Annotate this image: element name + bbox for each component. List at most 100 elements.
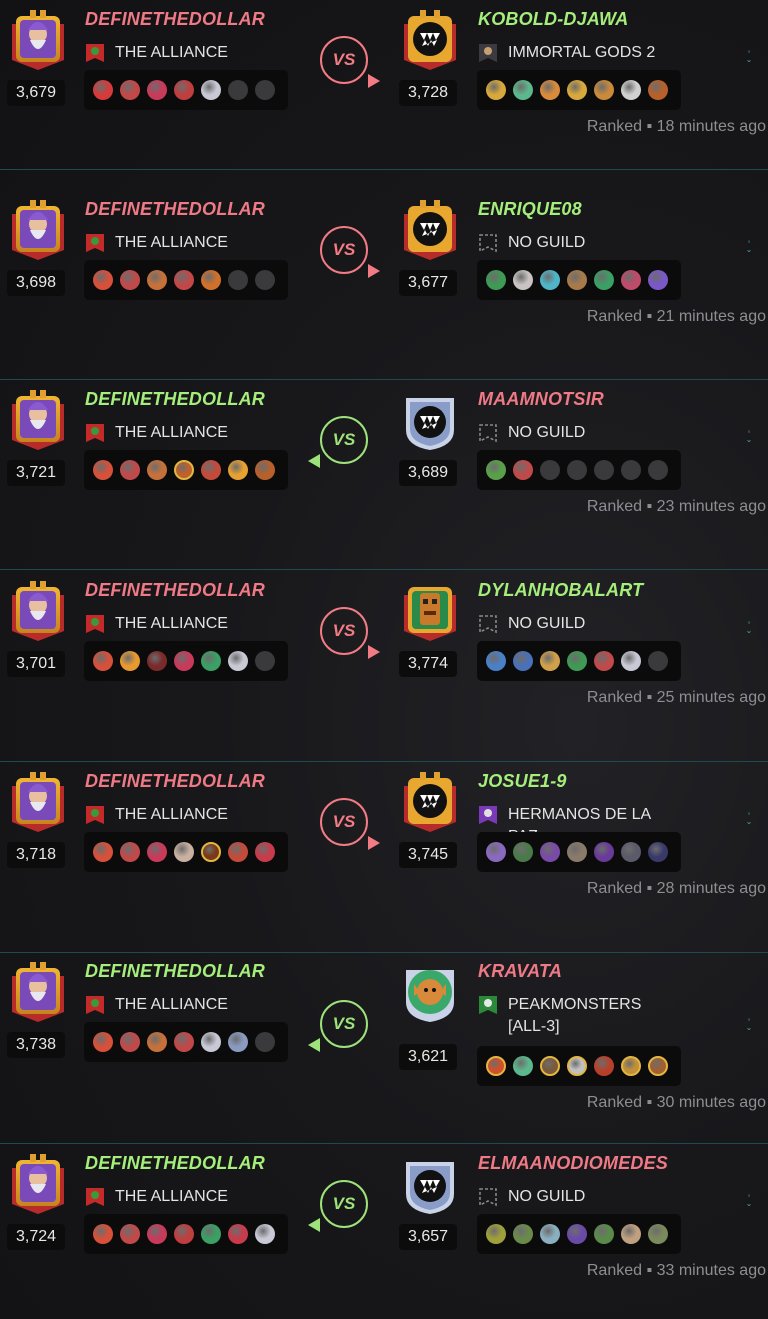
monster-card-icon[interactable] xyxy=(120,651,140,671)
wizard-avatar[interactable] xyxy=(8,200,68,262)
monster-card-icon[interactable] xyxy=(147,842,167,862)
monster-card-icon[interactable] xyxy=(513,1056,533,1076)
monster-card-icon[interactable] xyxy=(513,460,533,480)
monster-card-icon[interactable] xyxy=(93,842,113,862)
monster-card-icon[interactable] xyxy=(201,460,221,480)
monster-card-icon[interactable] xyxy=(486,270,506,290)
monster-card-icon[interactable] xyxy=(540,842,560,862)
monster-card-icon[interactable] xyxy=(93,1032,113,1052)
monster-card-icon[interactable] xyxy=(594,651,614,671)
monster-card-icon[interactable] xyxy=(147,1032,167,1052)
monster-card-icon[interactable] xyxy=(567,842,587,862)
monster-card-icon[interactable] xyxy=(621,1056,641,1076)
monster-card-icon[interactable] xyxy=(93,651,113,671)
fanged-monster-avatar[interactable] xyxy=(400,200,460,262)
monster-card-icon[interactable] xyxy=(621,1224,641,1244)
battle-row[interactable]: 3,721 DEFINETHEDOLLAR THE ALLIANCE 3,689 MAA… xyxy=(0,380,768,570)
monster-card-icon[interactable] xyxy=(120,1032,140,1052)
monster-card-icon[interactable] xyxy=(228,1224,248,1244)
right-player-name[interactable]: KOBOLD-DJAWA xyxy=(478,9,628,30)
monster-card-icon[interactable] xyxy=(540,1224,560,1244)
expand-chevron-icon[interactable]: ◦ ⌄ xyxy=(744,1016,754,1032)
right-team-cards[interactable] xyxy=(477,1046,681,1086)
right-team-cards[interactable] xyxy=(477,641,681,681)
left-guild[interactable]: THE ALLIANCE xyxy=(85,232,315,254)
monster-card-icon[interactable] xyxy=(648,1224,668,1244)
expand-chevron-icon[interactable]: ◦ ⌄ xyxy=(744,428,754,444)
monster-card-icon[interactable] xyxy=(594,842,614,862)
left-team-cards[interactable] xyxy=(84,641,288,681)
wizard-avatar[interactable] xyxy=(8,581,68,643)
monster-card-icon[interactable] xyxy=(228,842,248,862)
right-player-name[interactable]: KRAVATA xyxy=(478,961,562,982)
monster-card-icon[interactable] xyxy=(201,842,221,862)
monster-card-icon[interactable] xyxy=(648,80,668,100)
monster-card-icon[interactable] xyxy=(567,80,587,100)
monster-card-icon[interactable] xyxy=(648,842,668,862)
right-guild[interactable]: NO GUILD xyxy=(478,422,678,444)
wizard-avatar[interactable] xyxy=(8,10,68,72)
battle-row[interactable]: 3,701 DEFINETHEDOLLAR THE ALLIANCE 3,774 DYL… xyxy=(0,571,768,762)
wizard-avatar[interactable] xyxy=(8,390,68,452)
left-player-name[interactable]: DEFINETHEDOLLAR xyxy=(85,9,265,30)
left-team-cards[interactable] xyxy=(84,450,288,490)
monster-card-icon[interactable] xyxy=(120,842,140,862)
monster-card-icon[interactable] xyxy=(513,842,533,862)
monster-card-icon[interactable] xyxy=(93,460,113,480)
monster-card-icon[interactable] xyxy=(255,1224,275,1244)
monster-card-icon[interactable] xyxy=(594,80,614,100)
monster-card-icon[interactable] xyxy=(513,1224,533,1244)
monster-card-icon[interactable] xyxy=(513,270,533,290)
left-team-cards[interactable] xyxy=(84,832,288,872)
monster-card-icon[interactable] xyxy=(174,270,194,290)
monster-card-icon[interactable] xyxy=(174,1032,194,1052)
right-guild[interactable]: NO GUILD xyxy=(478,232,678,254)
monster-card-icon[interactable] xyxy=(174,842,194,862)
silver-monster-avatar[interactable] xyxy=(400,390,460,452)
monster-card-icon[interactable] xyxy=(120,460,140,480)
right-guild[interactable]: NO GUILD xyxy=(478,613,678,635)
monster-card-icon[interactable] xyxy=(540,1056,560,1076)
monster-card-icon[interactable] xyxy=(486,1056,506,1076)
monster-card-icon[interactable] xyxy=(147,270,167,290)
monster-card-icon[interactable] xyxy=(174,1224,194,1244)
right-team-cards[interactable] xyxy=(477,450,681,490)
right-player-name[interactable]: MAAMNOTSIR xyxy=(478,389,604,410)
left-team-cards[interactable] xyxy=(84,1022,288,1062)
right-team-cards[interactable] xyxy=(477,70,681,110)
monster-card-icon[interactable] xyxy=(567,651,587,671)
monster-card-icon[interactable] xyxy=(201,1224,221,1244)
right-guild[interactable]: NO GUILD xyxy=(478,1186,678,1208)
monster-card-icon[interactable] xyxy=(147,80,167,100)
silver-monster-avatar[interactable] xyxy=(400,1154,460,1216)
left-guild[interactable]: THE ALLIANCE xyxy=(85,994,315,1016)
monster-card-icon[interactable] xyxy=(486,460,506,480)
expand-chevron-icon[interactable]: ◦ ⌄ xyxy=(744,238,754,254)
monster-card-icon[interactable] xyxy=(93,1224,113,1244)
monster-card-icon[interactable] xyxy=(486,1224,506,1244)
monster-card-icon[interactable] xyxy=(513,80,533,100)
monster-card-icon[interactable] xyxy=(540,651,560,671)
monster-card-icon[interactable] xyxy=(648,270,668,290)
monster-card-icon[interactable] xyxy=(201,651,221,671)
monster-card-icon[interactable] xyxy=(621,80,641,100)
expand-chevron-icon[interactable]: ◦ ⌄ xyxy=(744,1192,754,1208)
monster-card-icon[interactable] xyxy=(174,651,194,671)
left-team-cards[interactable] xyxy=(84,1214,288,1254)
monster-card-icon[interactable] xyxy=(147,460,167,480)
monster-card-icon[interactable] xyxy=(174,80,194,100)
wizard-avatar[interactable] xyxy=(8,772,68,834)
left-team-cards[interactable] xyxy=(84,70,288,110)
monster-card-icon[interactable] xyxy=(486,651,506,671)
monster-card-icon[interactable] xyxy=(228,1032,248,1052)
monster-card-icon[interactable] xyxy=(255,842,275,862)
left-player-name[interactable]: DEFINETHEDOLLAR xyxy=(85,771,265,792)
monster-card-icon[interactable] xyxy=(120,1224,140,1244)
monster-card-icon[interactable] xyxy=(486,80,506,100)
tiki-mask-avatar[interactable] xyxy=(400,581,460,643)
expand-chevron-icon[interactable]: ◦ ⌄ xyxy=(744,619,754,635)
right-player-name[interactable]: JOSUE1-9 xyxy=(478,771,567,792)
monster-card-icon[interactable] xyxy=(255,460,275,480)
battle-row[interactable]: 3,679 DEFINETHEDOLLAR THE ALLIANCE 3,728 KOB… xyxy=(0,0,768,170)
right-player-name[interactable]: ENRIQUE08 xyxy=(478,199,582,220)
